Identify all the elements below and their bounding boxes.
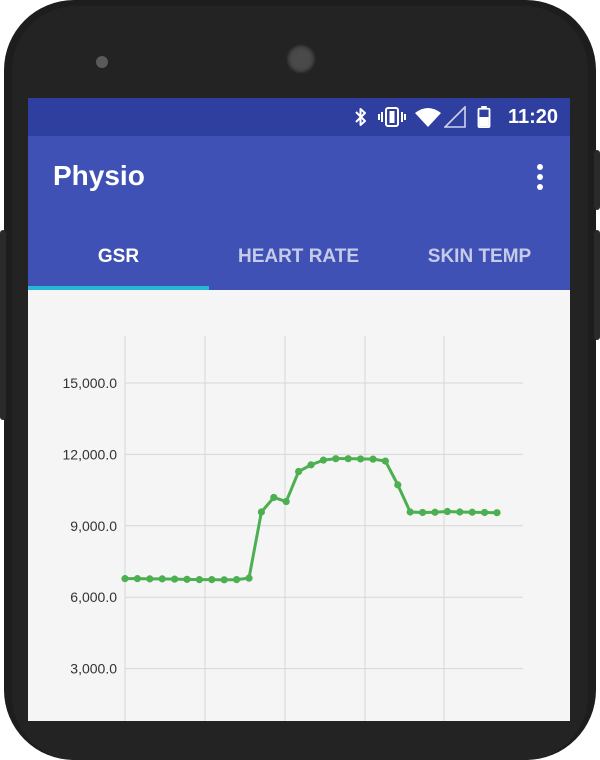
gsr-data-point	[419, 508, 427, 517]
gsr-data-point	[357, 455, 365, 463]
gsr-data-point	[431, 508, 439, 516]
tab-heart-rate[interactable]: HEART RATE	[208, 234, 389, 290]
gsr-data-point	[158, 575, 166, 583]
front-camera	[286, 44, 316, 74]
gsr-series-line	[125, 457, 498, 582]
gsr-data-point	[493, 509, 501, 517]
gsr-data-point	[332, 455, 340, 463]
gsr-data-point	[257, 508, 265, 516]
gsr-data-point	[282, 497, 290, 506]
y-tick-label: 15,000.0	[63, 375, 118, 391]
gsr-data-point	[183, 575, 191, 583]
gsr-data-point	[381, 457, 389, 465]
tab-gsr[interactable]: GSR	[28, 234, 209, 290]
tab-skin-temp[interactable]: SKIN TEMP	[389, 234, 570, 290]
vibrate-icon	[378, 107, 406, 127]
wifi-icon	[415, 108, 441, 127]
gsr-data-point	[146, 575, 154, 583]
screen: 11:20 Physio GSR HEART RATE SKIN TEMP 3,…	[28, 98, 570, 721]
gsr-data-point	[468, 508, 476, 516]
gsr-data-point	[245, 574, 253, 582]
gsr-data-point	[295, 467, 303, 476]
gsr-data-point	[307, 461, 315, 469]
gsr-line-chart: 3,000.0 6,000.0 9,000.0 12,000.0 15,000.0	[63, 336, 523, 721]
gsr-data-point	[481, 508, 489, 517]
gsr-data-point	[406, 508, 414, 516]
gsr-data-point	[270, 493, 278, 502]
side-button-right	[594, 150, 600, 210]
y-tick-label: 3,000.0	[70, 661, 117, 677]
side-button-right-lower	[594, 230, 600, 340]
tab-bar: GSR HEART RATE SKIN TEMP	[28, 234, 570, 290]
status-bar: 11:20	[28, 98, 570, 136]
gsr-data-point	[195, 575, 203, 584]
gsr-data-point	[443, 507, 451, 516]
gsr-chart-area: 3,000.0 6,000.0 9,000.0 12,000.0 15,000.0	[28, 290, 570, 721]
app-title: Physio	[53, 160, 145, 191]
gsr-data-point	[344, 455, 352, 463]
side-button-left	[0, 230, 6, 420]
y-tick-label: 9,000.0	[70, 518, 117, 534]
y-tick-label: 6,000.0	[70, 589, 117, 605]
y-tick-label: 12,000.0	[63, 446, 118, 462]
gsr-data-point	[208, 575, 216, 584]
gsr-data-point	[369, 455, 377, 463]
status-time: 11:20	[507, 106, 558, 128]
gsr-data-point	[133, 575, 141, 583]
more-vert-icon[interactable]	[534, 164, 546, 194]
gsr-data-point	[233, 575, 241, 584]
signal-icon	[444, 106, 466, 128]
app-bar: Physio GSR HEART RATE SKIN TEMP	[28, 136, 570, 290]
bluetooth-icon	[355, 108, 366, 126]
gsr-data-point	[121, 575, 129, 583]
gsr-data-point	[456, 508, 464, 516]
gsr-data-point	[171, 575, 179, 583]
gsr-data-point	[220, 576, 228, 584]
gsr-data-point	[394, 481, 402, 489]
battery-icon	[477, 106, 491, 128]
proximity-sensor	[96, 56, 108, 68]
gsr-data-point	[319, 456, 327, 464]
